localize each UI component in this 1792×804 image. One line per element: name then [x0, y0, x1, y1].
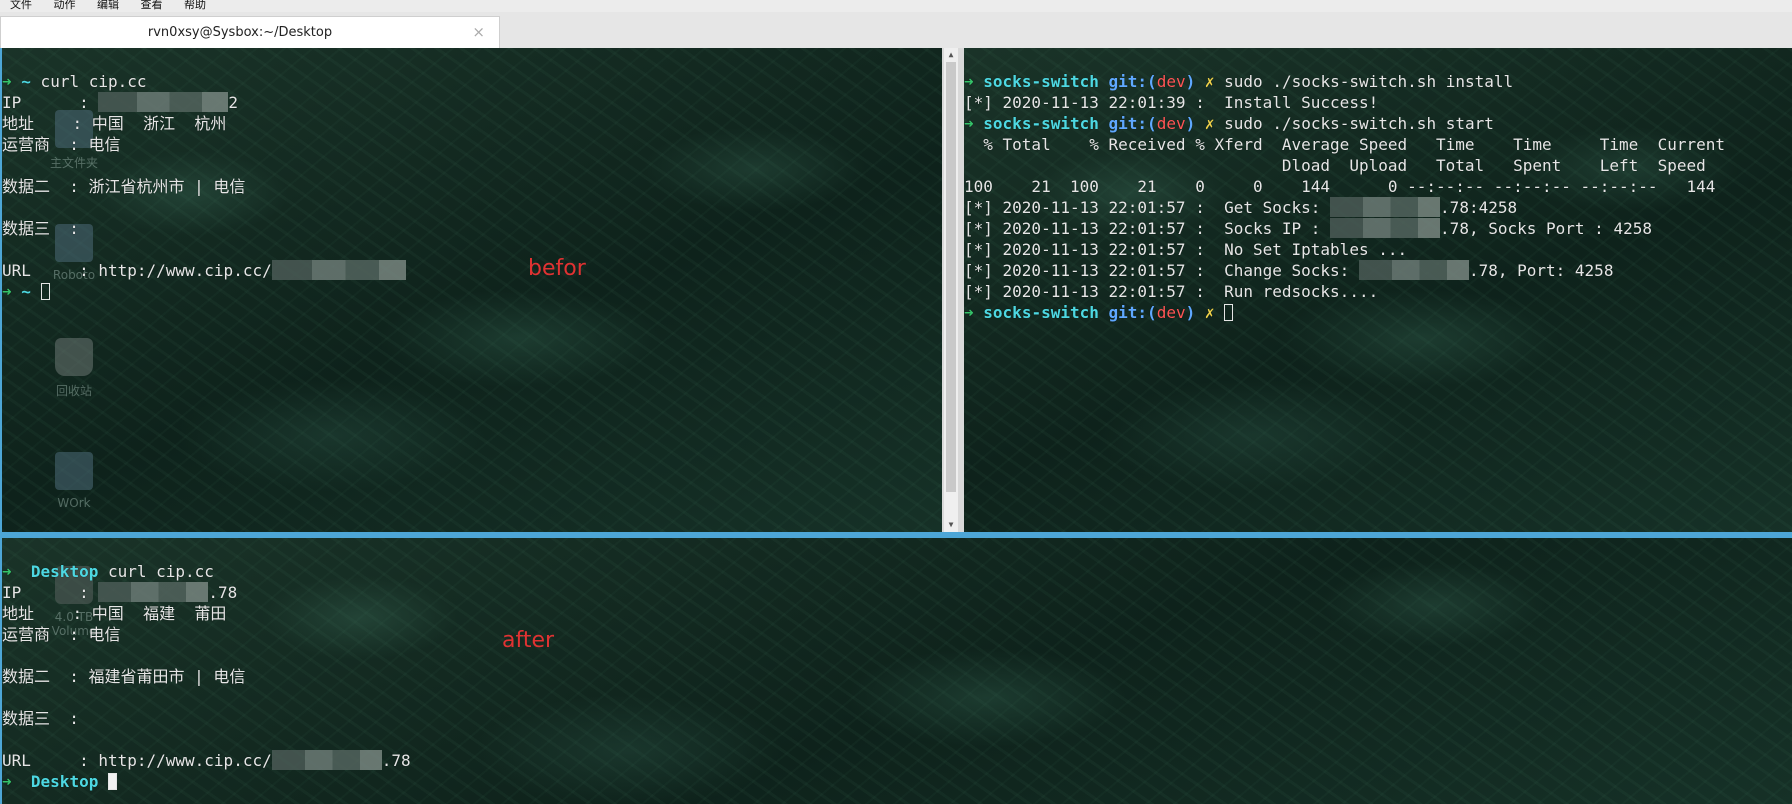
scroll-up-icon[interactable]: ▲ [944, 50, 958, 60]
redacted-ip [98, 582, 209, 602]
annotation-after: after [502, 628, 555, 653]
scrollbar-thumb[interactable] [946, 62, 956, 492]
tab-title: rvn0xsy@Sysbox:~/Desktop [147, 25, 333, 40]
terminal-pane-after[interactable]: 4.0 TB Volume ➜ Desktop curl cip.cc IP : … [2, 538, 1792, 804]
menu-file[interactable]: 文件 [10, 0, 32, 11]
terminal-cursor [1224, 304, 1234, 321]
menu-help[interactable]: 帮助 [184, 0, 206, 11]
terminal-output-socks-switch: ➜ socks-switch git:(dev) ✗ sudo ./socks-… [964, 72, 1725, 322]
terminal-cursor [40, 283, 50, 300]
menu-view[interactable]: 查看 [141, 0, 163, 11]
terminal-tab[interactable]: rvn0xsy@Sysbox:~/Desktop × [0, 16, 500, 49]
terminal-output-after: ➜ Desktop curl cip.cc IP : .78 地址 : 中国 福建 … [2, 562, 411, 791]
redacted-url [271, 260, 406, 280]
menu-action[interactable]: 动作 [54, 0, 76, 11]
terminal-pane-before[interactable]: 主文件夹 Roboto 回收站 WOrk ➜ ~ curl cip.cc IP :… [2, 48, 942, 532]
scrollbar[interactable]: ▲ ▼ [944, 48, 958, 532]
redacted-ip [98, 92, 229, 112]
menu-bar: 文件 动作 编辑 查看 帮助 [0, 0, 1792, 12]
desktop-icon-trash: 回收站 [34, 338, 114, 399]
terminal-cursor [107, 773, 117, 790]
terminal-output-before: ➜ ~ curl cip.cc IP : 2 地址 : 中国 浙江 杭州 运营商 : … [2, 50, 406, 344]
redacted-url [271, 750, 382, 770]
folder-icon [55, 452, 93, 490]
menu-edit[interactable]: 编辑 [97, 0, 119, 11]
close-icon[interactable]: × [472, 23, 485, 41]
scroll-down-icon[interactable]: ▼ [944, 520, 958, 530]
redacted-socks-ip [1330, 218, 1441, 238]
terminal-pane-socks-switch[interactable]: ➜ socks-switch git:(dev) ✗ sudo ./socks-… [964, 48, 1792, 532]
tab-bar: rvn0xsy@Sysbox:~/Desktop × [0, 12, 1792, 49]
redacted-socks-ip [1358, 260, 1469, 280]
annotation-before: befor [528, 256, 586, 281]
redacted-socks-ip [1330, 197, 1441, 217]
desktop-icon-work: WOrk [34, 452, 114, 510]
